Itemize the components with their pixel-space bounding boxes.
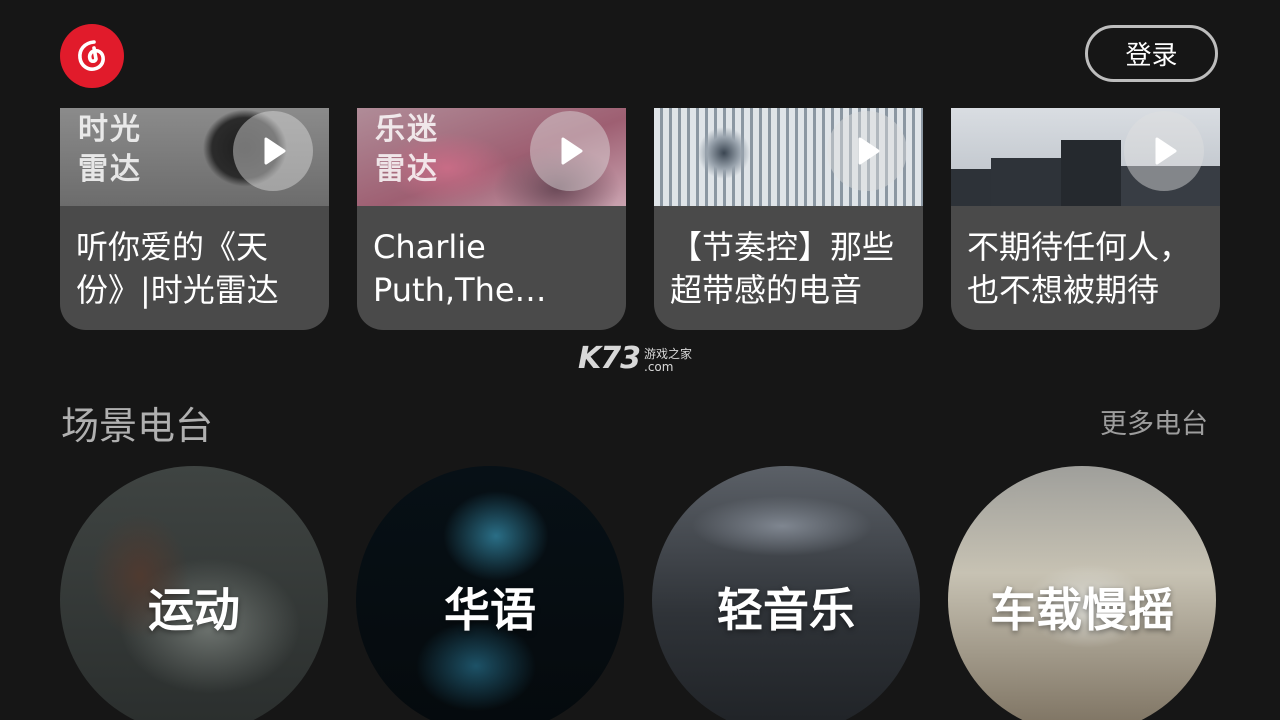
watermark-main: K73: [578, 341, 641, 376]
scene-label: 车载慢摇: [990, 583, 1174, 637]
scene-radio-chinese[interactable]: 华语: [356, 466, 624, 720]
play-triangle: [1155, 137, 1177, 165]
netease-music-logo-icon[interactable]: [60, 24, 124, 88]
playlist-cover: 时光雷达: [60, 108, 329, 206]
cover-building: [991, 158, 1061, 206]
cover-tag: 乐迷雷达: [375, 112, 439, 187]
section-title: 场景电台: [61, 404, 214, 448]
play-icon[interactable]: [233, 111, 313, 191]
play-icon[interactable]: [530, 111, 610, 191]
logo-glyph: [78, 40, 105, 71]
cover-building: [1061, 140, 1121, 206]
playlist-cover: [654, 108, 923, 206]
scene-label: 运动: [148, 583, 240, 637]
scene-label: 华语: [444, 583, 536, 637]
scene-radio-car-mix[interactable]: 车载慢摇: [948, 466, 1216, 720]
play-triangle: [858, 137, 880, 165]
play-triangle: [264, 137, 286, 165]
more-radios-link[interactable]: 更多电台: [1100, 402, 1208, 441]
watermark-com: .com: [644, 360, 674, 374]
k73-watermark: K73 游戏之家 .com: [578, 344, 692, 374]
playlist-cover: 乐迷雷达: [357, 108, 626, 206]
playlist-title: 【节奏控】那些超带感的电音: [670, 228, 895, 309]
scene-label: 轻音乐: [717, 583, 855, 637]
app-screen: 登录 时光雷达 听你爱的《天份》|时光雷达 乐迷雷达 Charlie Puth,…: [0, 0, 1280, 720]
playlist-title: 不期待任何人，也不想被期待: [967, 228, 1192, 309]
cover-tag: 时光雷达: [78, 112, 142, 187]
play-icon[interactable]: [827, 111, 907, 191]
playlist-card[interactable]: 不期待任何人，也不想被期待: [951, 108, 1220, 330]
play-triangle: [561, 137, 583, 165]
playlist-card[interactable]: 乐迷雷达 Charlie Puth,The Chainsmokers...: [357, 108, 626, 330]
playlist-title: Charlie Puth,The Chainsmokers...: [373, 228, 515, 309]
scene-radio-sports[interactable]: 运动: [60, 466, 328, 720]
play-icon[interactable]: [1124, 111, 1204, 191]
playlist-card[interactable]: 【节奏控】那些超带感的电音: [654, 108, 923, 330]
playlist-card[interactable]: 时光雷达 听你爱的《天份》|时光雷达: [60, 108, 329, 330]
playlist-title: 听你爱的《天份》|时光雷达: [76, 228, 279, 309]
login-button[interactable]: 登录: [1085, 25, 1218, 82]
playlist-cover: [951, 108, 1220, 206]
scene-radio-light-music[interactable]: 轻音乐: [652, 466, 920, 720]
watermark-side: 游戏之家 .com: [644, 348, 692, 374]
